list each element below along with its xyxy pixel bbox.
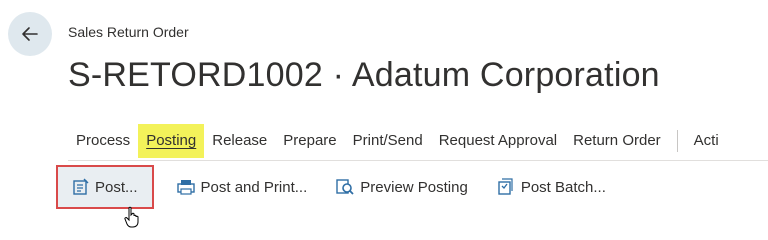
tab-separator <box>676 130 678 152</box>
tab-posting[interactable]: Posting <box>138 124 205 158</box>
post-batch-icon <box>496 178 516 196</box>
tab-release[interactable]: Release <box>204 124 275 158</box>
post-button[interactable]: Post... <box>58 167 152 207</box>
tab-request-approval[interactable]: Request Approval <box>431 124 565 158</box>
post-batch-label: Post Batch... <box>520 178 606 196</box>
action-tabs: Process Posting Release Prepare Print/Se… <box>68 124 768 158</box>
tab-actions[interactable]: Acti <box>686 124 727 158</box>
preview-posting-label: Preview Posting <box>360 178 468 196</box>
tab-process[interactable]: Process <box>68 124 138 158</box>
post-and-print-icon <box>176 178 196 196</box>
back-button[interactable] <box>8 12 52 56</box>
tabs-divider <box>68 160 768 161</box>
preview-posting-icon <box>335 178 355 196</box>
hand-cursor-icon <box>124 206 140 233</box>
post-batch-button[interactable]: Post Batch... <box>482 168 620 206</box>
post-icon <box>72 178 90 196</box>
tab-prepare[interactable]: Prepare <box>275 124 344 158</box>
preview-posting-button[interactable]: Preview Posting <box>321 168 482 206</box>
tab-return-order[interactable]: Return Order <box>565 124 669 158</box>
breadcrumb: Sales Return Order <box>68 24 189 40</box>
arrow-left-icon <box>22 27 38 41</box>
post-and-print-label: Post and Print... <box>200 178 308 196</box>
page-title: S-RETORD1002 · Adatum Corporation <box>68 56 660 94</box>
tab-print-send[interactable]: Print/Send <box>345 124 431 158</box>
posting-actions: Post... Post and Print... Preview Postin… <box>58 164 620 210</box>
post-button-label: Post... <box>95 178 138 196</box>
post-and-print-button[interactable]: Post and Print... <box>162 168 322 206</box>
